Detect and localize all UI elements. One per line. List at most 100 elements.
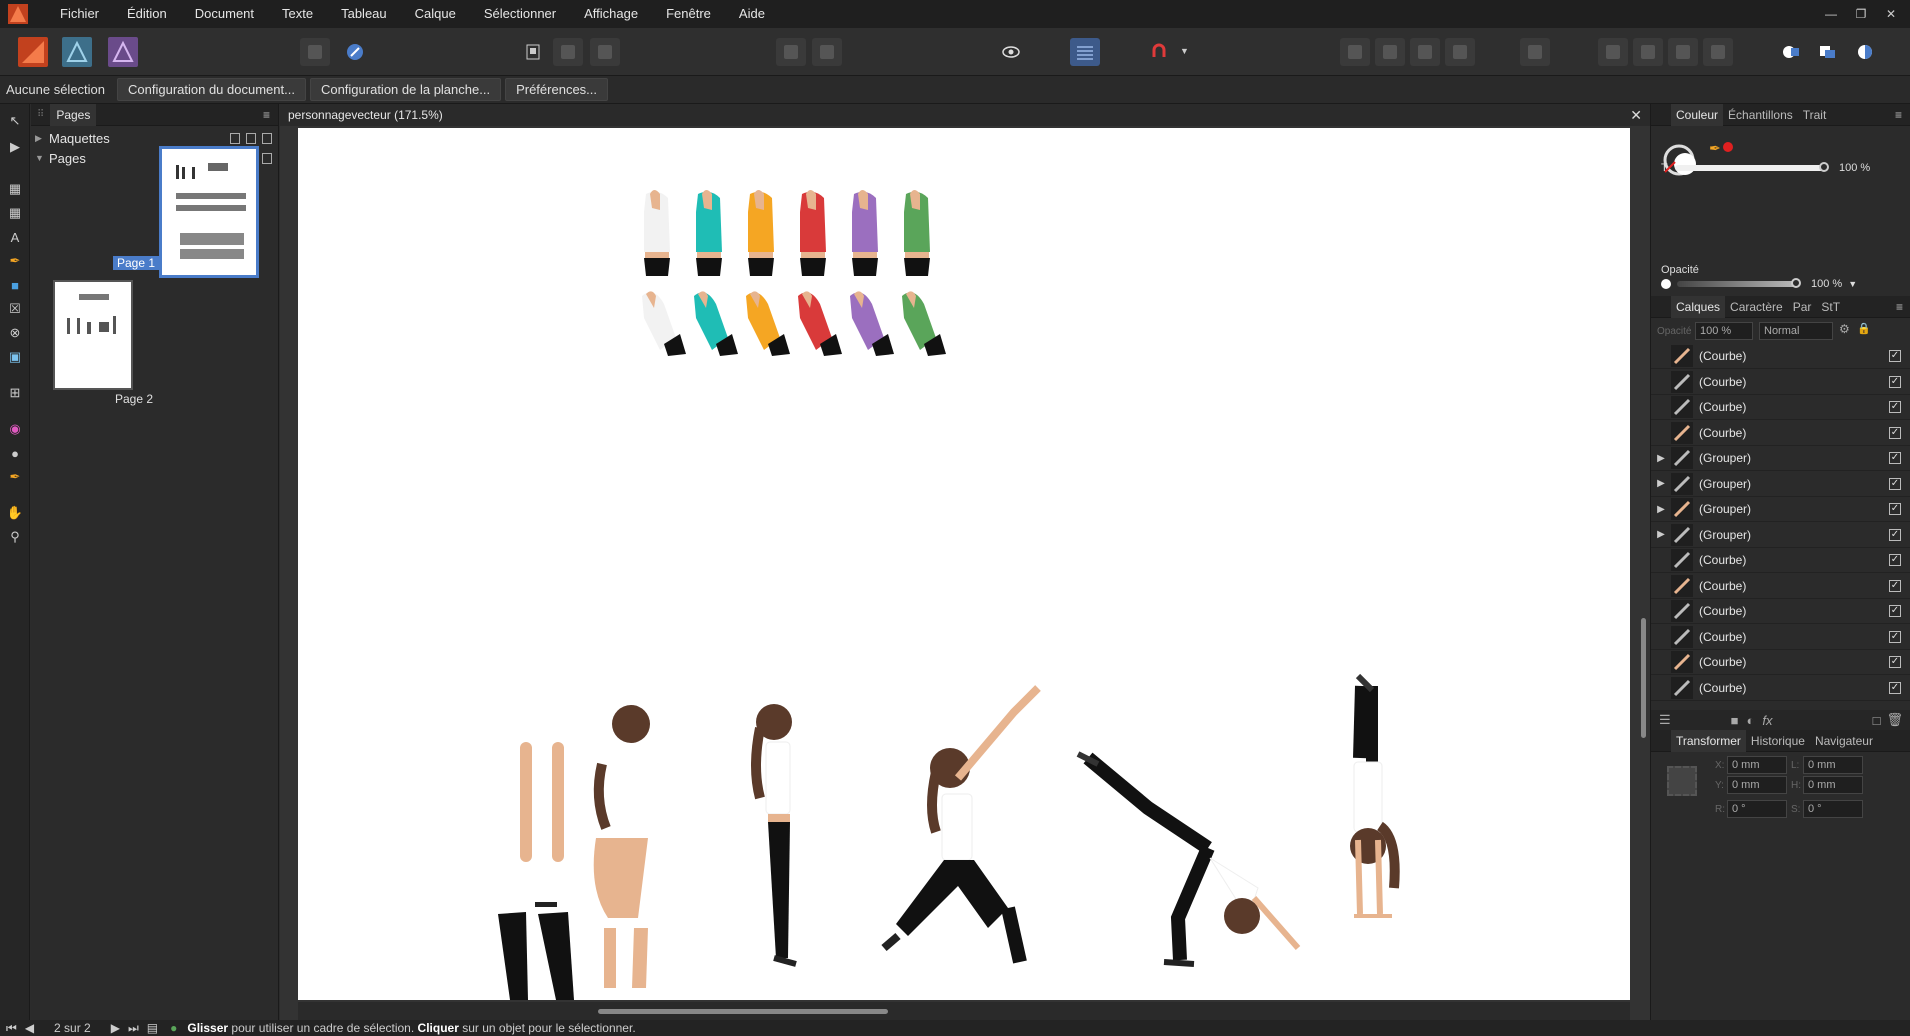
panel-grip-icon[interactable]: ⠿ — [31, 109, 50, 120]
node-tool-icon[interactable]: ▶ — [6, 138, 24, 156]
page-icon[interactable]: ▤ — [147, 1021, 158, 1035]
layer-row[interactable]: (Courbe) ✓ — [1651, 625, 1910, 650]
restore-icon[interactable]: ❐ — [1846, 7, 1876, 21]
layer-visibility-checkbox[interactable]: ✓ — [1889, 477, 1901, 490]
layer-visibility-checkbox[interactable]: ✓ — [1889, 656, 1901, 668]
layer-visibility-checkbox[interactable]: ✓ — [1889, 630, 1901, 643]
expand-arrow-icon[interactable]: ▶ — [1651, 504, 1671, 515]
preferences-button[interactable]: Préférences... — [505, 78, 609, 101]
panel-menu-icon[interactable]: ≡ — [1895, 108, 1902, 122]
layer-row[interactable]: (Courbe) ✓ — [1651, 370, 1910, 395]
menu-document[interactable]: Document — [181, 0, 268, 28]
transparency-tool-icon[interactable]: ● — [6, 444, 24, 462]
delete-master-icon[interactable] — [262, 132, 272, 144]
prev-page-icon[interactable]: ◀ — [25, 1021, 34, 1035]
layer-row[interactable]: (Courbe) ✓ — [1651, 395, 1910, 420]
designer-persona-button[interactable] — [62, 37, 92, 67]
picture-frame-tool-icon[interactable]: ☒ — [6, 300, 24, 318]
layer-row[interactable]: ▶ (Grouper) ✓ — [1651, 472, 1910, 497]
layer-row[interactable]: ▶ (Grouper) ✓ — [1651, 446, 1910, 471]
last-page-icon[interactable]: ⏭ — [128, 1021, 139, 1036]
menu-calque[interactable]: Calque — [401, 0, 470, 28]
snapping-dropdown-icon[interactable]: ▼ — [1180, 46, 1189, 56]
toolbar-button-3[interactable] — [518, 38, 548, 66]
panel-menu-icon[interactable]: ≡ — [263, 108, 270, 122]
layer-visibility-checkbox[interactable]: ✓ — [1889, 605, 1901, 617]
toolbar-button-7[interactable] — [812, 38, 842, 66]
toolbar-button-10[interactable] — [1410, 38, 1440, 66]
tab-historique[interactable]: Historique — [1746, 730, 1810, 752]
layer-visibility-checkbox[interactable]: ✓ — [1889, 681, 1901, 694]
anchor-selector-icon[interactable] — [1667, 766, 1697, 796]
table-tool-icon[interactable]: ▦ — [6, 204, 24, 222]
layer-row[interactable]: (Courbe) ✓ — [1651, 599, 1910, 624]
expand-arrow-icon[interactable]: ▼ — [35, 153, 49, 163]
boolean-subtract-button[interactable] — [1812, 38, 1842, 66]
toolbar-button-15[interactable] — [1668, 38, 1698, 66]
publisher-persona-button[interactable] — [18, 37, 48, 67]
photo-persona-button[interactable] — [108, 37, 138, 67]
expand-arrow-icon[interactable]: ▶ — [1651, 478, 1671, 489]
menu-fenetre[interactable]: Fenêtre — [652, 0, 725, 28]
spread-setup-button[interactable]: Configuration de la planche... — [309, 78, 502, 101]
pen-tool-icon[interactable]: ✒ — [6, 252, 24, 270]
page-2-label[interactable]: Page 2 — [115, 392, 153, 406]
document-setup-button[interactable]: Configuration du document... — [117, 78, 306, 101]
move-tool-icon[interactable]: ↖ — [6, 112, 24, 130]
layers-stack-icon[interactable]: ☰ — [1659, 712, 1671, 728]
page-1-label[interactable]: Page 1 — [113, 256, 160, 270]
first-page-icon[interactable]: ⏮ — [6, 1021, 17, 1036]
settings-icon[interactable]: ⚙ — [1839, 322, 1850, 336]
hand-tool-icon[interactable]: ✋ — [6, 504, 24, 522]
layer-visibility-checkbox[interactable]: ✓ — [1889, 528, 1901, 541]
horizontal-scroll-thumb[interactable] — [598, 1009, 888, 1014]
tab-navigateur[interactable]: Navigateur — [1810, 730, 1878, 752]
vertical-scrollbar[interactable] — [1638, 128, 1648, 1000]
opacity-dropdown-icon[interactable]: ▼ — [1848, 279, 1857, 289]
frame-text-tool-icon[interactable]: ▦ — [6, 180, 24, 198]
layer-row[interactable]: ▶ (Grouper) ✓ — [1651, 497, 1910, 522]
zoom-tool-icon[interactable]: ⚲ — [6, 528, 24, 546]
menu-tableau[interactable]: Tableau — [327, 0, 401, 28]
tab-transformer[interactable]: Transformer — [1671, 729, 1746, 752]
tab-echantillons[interactable]: Échantillons — [1723, 104, 1798, 126]
toolbar-button-2[interactable] — [340, 38, 370, 66]
delete-layer-icon[interactable]: 🗑 — [1886, 712, 1903, 728]
tab-pages[interactable]: Pages — [50, 103, 97, 126]
eyedropper-icon[interactable]: ✒ — [1709, 140, 1721, 157]
boolean-intersect-button[interactable] — [1850, 38, 1880, 66]
page-1-thumbnail[interactable] — [159, 146, 259, 278]
page-canvas[interactable] — [298, 128, 1630, 1000]
width-field[interactable]: 0 mm — [1803, 756, 1863, 774]
rectangle-tool-icon[interactable]: ■ — [6, 276, 24, 294]
toolbar-button-14[interactable] — [1633, 38, 1663, 66]
close-document-icon[interactable]: ✕ — [1630, 107, 1642, 124]
opacity-slider[interactable] — [1677, 278, 1801, 288]
expand-arrow-icon[interactable]: ▶ — [1651, 529, 1671, 540]
shear-field[interactable]: 0 ° — [1803, 800, 1863, 818]
minimize-icon[interactable]: — — [1816, 7, 1846, 21]
expand-arrow-icon[interactable]: ▶ — [1651, 453, 1671, 464]
toolbar-button-8[interactable] — [1340, 38, 1370, 66]
tab-stt[interactable]: StT — [1816, 296, 1845, 318]
masters-row[interactable]: ▶ Maquettes — [31, 128, 278, 148]
layer-row[interactable]: (Courbe) ✓ — [1651, 574, 1910, 599]
delete-page-icon[interactable] — [262, 152, 272, 164]
document-tab[interactable]: personnagevecteur (171.5%) ✕ — [280, 104, 1650, 126]
toolbar-button-16[interactable] — [1703, 38, 1733, 66]
current-color-swatch[interactable] — [1723, 142, 1733, 152]
height-field[interactable]: 0 mm — [1803, 776, 1863, 794]
layer-visibility-checkbox[interactable]: ✓ — [1889, 503, 1901, 515]
tab-couleur[interactable]: Couleur — [1671, 103, 1724, 126]
toolbar-button-5[interactable] — [590, 38, 620, 66]
layer-visibility-checkbox[interactable]: ✓ — [1889, 426, 1901, 439]
layer-visibility-checkbox[interactable]: ✓ — [1889, 375, 1901, 388]
menu-affichage[interactable]: Affichage — [570, 0, 652, 28]
crop-tool-icon[interactable]: ⊞ — [6, 384, 24, 402]
menu-selectionner[interactable]: Sélectionner — [470, 0, 570, 28]
ellipse-frame-tool-icon[interactable]: ⊗ — [6, 324, 24, 342]
fx-icon[interactable]: fx — [1762, 713, 1772, 728]
horizontal-scrollbar[interactable] — [298, 1002, 1630, 1020]
add-layer-icon[interactable]: □ — [1873, 713, 1881, 728]
menu-edition[interactable]: Édition — [113, 0, 181, 28]
